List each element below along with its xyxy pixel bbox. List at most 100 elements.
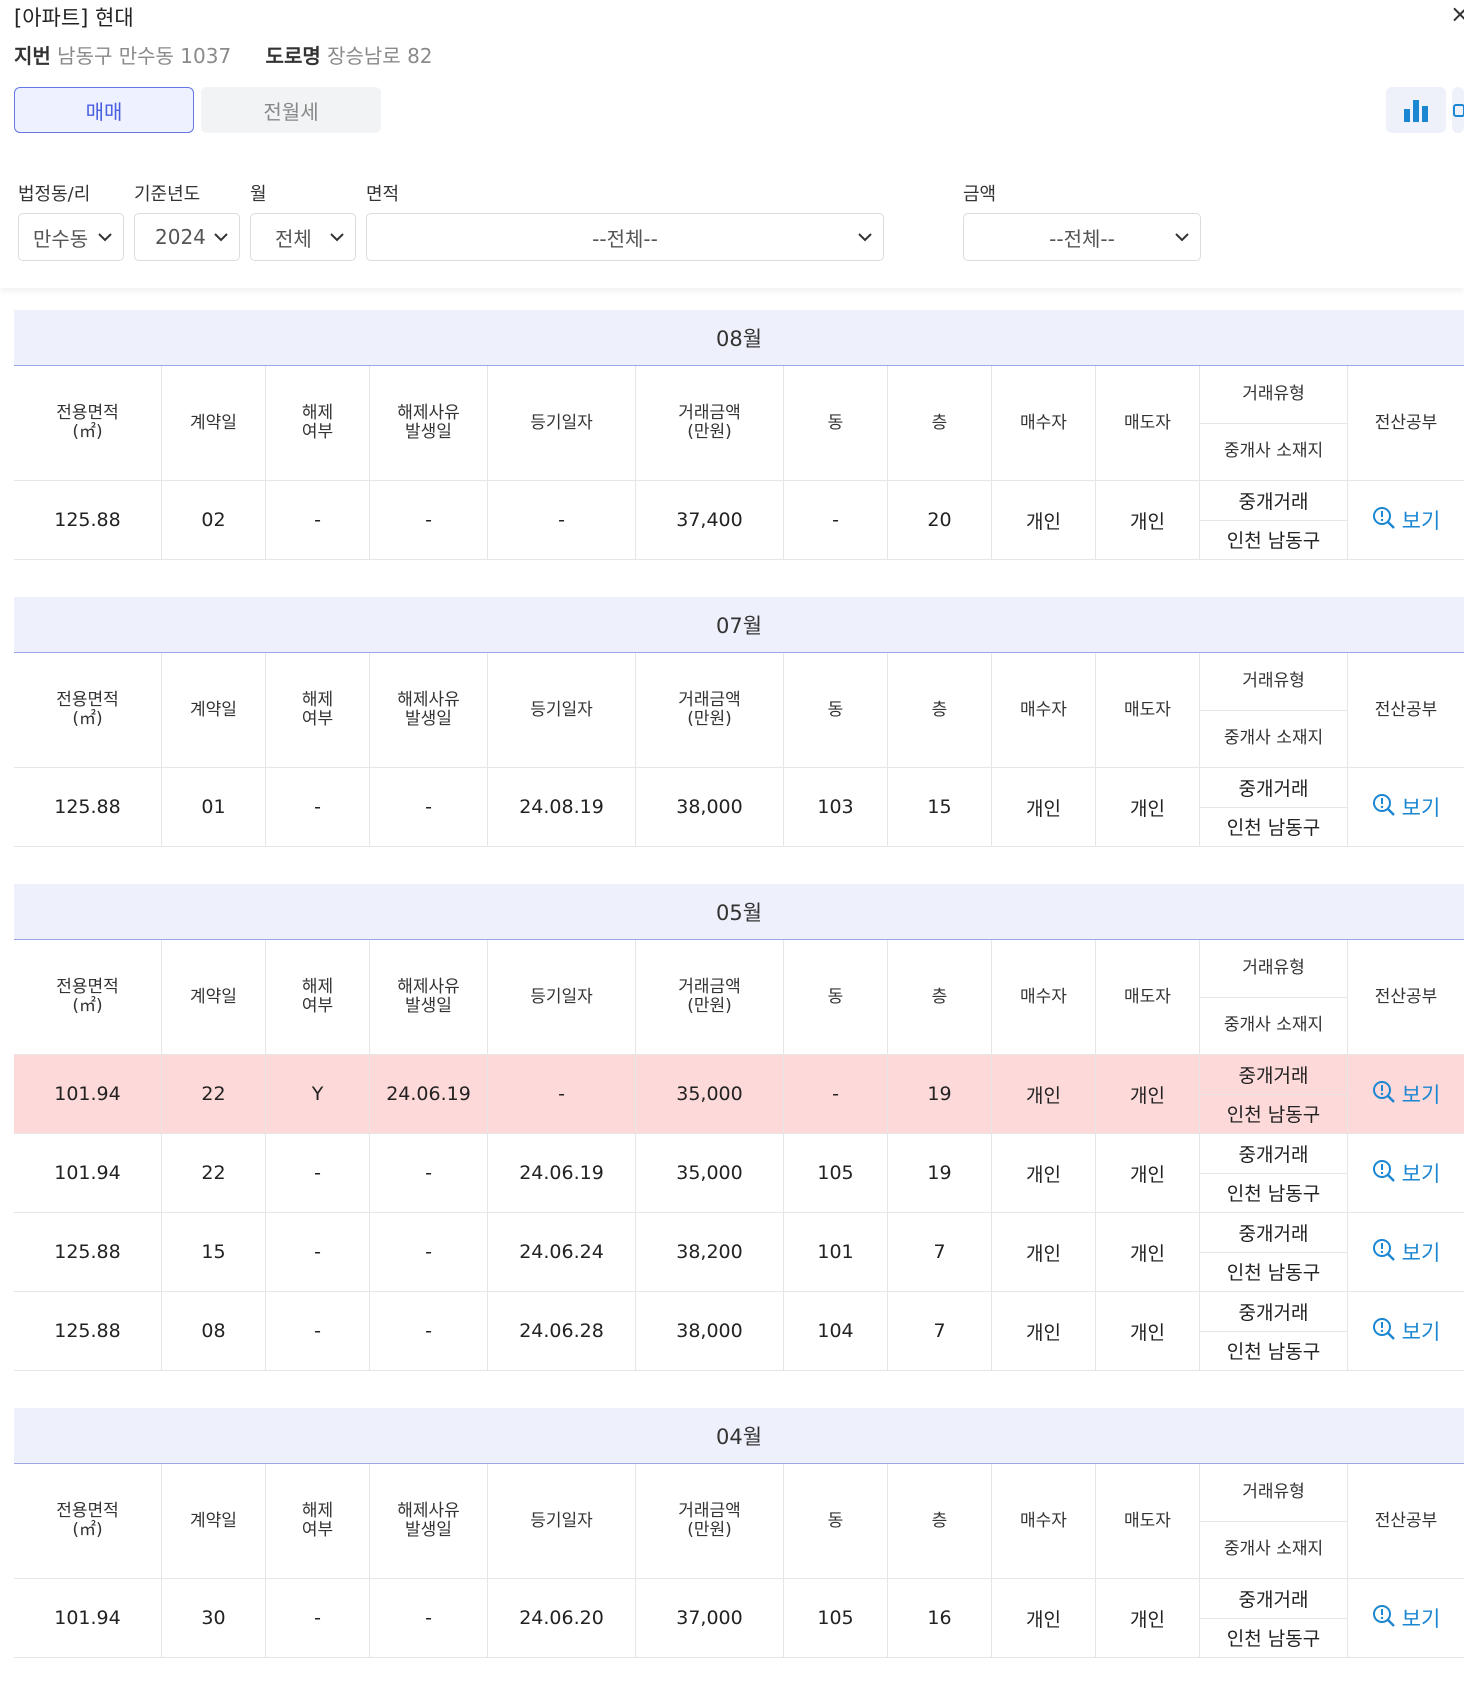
view-button[interactable]: 보기 [1372, 1158, 1441, 1188]
price-cell: 37,400 [636, 481, 784, 559]
price-cell: 38,000 [636, 768, 784, 846]
price-select-value: --전체-- [1049, 226, 1115, 251]
doc-cell: 보기 [1348, 1579, 1464, 1657]
cancel-cell: - [266, 1213, 370, 1291]
filter-bar: 법정동/리 기준년도 월 면적 금액 만수동 2024 전체 --전체-- --… [0, 158, 1464, 288]
price-header: 거래금액 (만원) [636, 940, 784, 1054]
price-select[interactable]: --전체-- [963, 213, 1201, 261]
price-header: 거래금액 (만원) [636, 653, 784, 767]
date-cell: 22 [162, 1134, 266, 1212]
month-label: 월 [250, 184, 267, 205]
transaction-list: 08월 전용면적 (㎡) 계약일 해제 여부 해제사유 발생일 등기일자 거래금액 (만원)… [14, 310, 1464, 1681]
agent-loc-header: 중개사 소재지 [1223, 728, 1324, 749]
seller-header: 매도자 [1096, 940, 1200, 1054]
reg-date-cell: 24.06.19 [488, 1134, 636, 1212]
seller-cell: 개인 [1096, 1055, 1200, 1133]
view-button[interactable]: 보기 [1372, 1603, 1440, 1633]
reg-date-header: 등기일자 [488, 653, 636, 767]
doc-cell: 보기 [1348, 1213, 1464, 1291]
price-label: 금액 [963, 184, 997, 205]
type-cell: 중개거래 [1200, 768, 1347, 808]
price-header: 거래금액 (만원) [636, 1464, 784, 1578]
view-label: 보기 [1401, 1241, 1441, 1265]
seller-cell: 개인 [1096, 1134, 1200, 1212]
view-button[interactable]: 보기 [1372, 792, 1441, 822]
seller-header: 매도자 [1096, 1464, 1200, 1578]
dong-cell: 104 [784, 1292, 888, 1370]
month-section: 07월 전용면적 (㎡) 계약일 해제 여부 해제사유 발생일 등기일자 거래금액 (만원)… [14, 597, 1464, 847]
price-cell: 35,000 [636, 1134, 784, 1212]
table-row: 125.88 02- - -37,400-20 개인 개인 중개거래 인천 남동구 보기 [14, 481, 1464, 560]
area-header: 전용면적 (㎡) [14, 653, 162, 767]
floor-header: 층 [888, 653, 992, 767]
dong-cell: 105 [784, 1134, 888, 1212]
table-row: 101.94 22 Y 24.06.19-35,000-19 개인 개인 중개거래 인천 남동… [14, 1055, 1464, 1134]
agent-loc-cell: 인천 남동구 [1226, 530, 1321, 553]
dong-header: 동 [784, 653, 888, 767]
cancel-date-header: 해제사유 발생일 [370, 366, 488, 480]
table-row: 125.88 15- -24.06.24 38,200 101 7 개인 개인 중개거래 인천 남… [14, 1213, 1464, 1292]
view-label: 보기 [1401, 796, 1441, 820]
bar-chart-icon [1404, 100, 1428, 122]
area-header: 전용면적 (㎡) [14, 940, 162, 1054]
type-loc-header: 거래유형 중개사 소재지 [1200, 653, 1348, 767]
month-header: 08월 [14, 310, 1464, 366]
view-button[interactable]: 보기 [1372, 1237, 1441, 1267]
view-button[interactable]: 보기 [1372, 505, 1440, 535]
table-header: 전용면적 (㎡) 계약일 해제 여부 해제사유 발생일 등기일자 거래금액 (만원) 동 층 매… [14, 366, 1464, 481]
seller-header: 매도자 [1096, 653, 1200, 767]
dong-header: 동 [784, 940, 888, 1054]
agent-loc-header: 중개사 소재지 [1223, 1015, 1324, 1036]
search-alert-icon [1372, 1604, 1396, 1633]
close-icon[interactable]: × [1450, 0, 1464, 28]
search-alert-icon [1372, 793, 1396, 822]
year-select[interactable]: 2024 [134, 213, 240, 261]
cancel-date-header: 해제사유 발생일 [370, 1464, 488, 1578]
floor-cell: 19 [888, 1134, 992, 1212]
type-cell: 중개거래 [1200, 1579, 1347, 1619]
cancel-header: 해제 여부 [266, 366, 370, 480]
month-section: 08월 전용면적 (㎡) 계약일 해제 여부 해제사유 발생일 등기일자 거래금액 (만원)… [14, 310, 1464, 560]
cancel-date-cell: 24.06.19 [370, 1055, 488, 1133]
table-row: 101.94 22- -24.06.19 35,000 105 19 개인 개인 중개거래 인천 … [14, 1134, 1464, 1213]
type-cell: 중개거래 [1200, 1213, 1347, 1253]
cancel-date-cell: - [370, 1292, 488, 1370]
floor-cell: 19 [888, 1055, 992, 1133]
floor-cell: 15 [888, 768, 992, 846]
month-select[interactable]: 전체 [250, 213, 356, 261]
dong-select-value: 만수동 [33, 226, 89, 251]
tab-sale[interactable]: 매매 [14, 87, 194, 133]
type-loc-cell: 중개거래 인천 남동구 [1200, 1213, 1348, 1291]
date-cell: 02 [162, 481, 266, 559]
view-button[interactable]: 보기 [1372, 1079, 1440, 1109]
reg-date-header: 등기일자 [488, 940, 636, 1054]
tab-rent[interactable]: 전월세 [201, 87, 381, 133]
buyer-cell: 개인 [992, 768, 1096, 846]
area-cell: 125.88 [14, 1292, 162, 1370]
date-header: 계약일 [162, 940, 266, 1054]
area-select[interactable]: --전체-- [366, 213, 884, 261]
view-button[interactable]: 보기 [1372, 1316, 1440, 1346]
price-cell: 38,200 [636, 1213, 784, 1291]
reg-date-cell: 24.08.19 [488, 768, 636, 846]
area-label: 면적 [366, 184, 400, 205]
agent-loc-cell: 인천 남동구 [1226, 817, 1321, 840]
cancel-date-header: 해제사유 발생일 [370, 940, 488, 1054]
reg-date-cell: - [488, 1055, 636, 1133]
seller-cell: 개인 [1096, 1292, 1200, 1370]
chevron-down-icon [98, 233, 112, 242]
dong-select[interactable]: 만수동 [18, 213, 124, 261]
search-alert-icon [1372, 1080, 1396, 1109]
date-cell: 08 [162, 1292, 266, 1370]
doc-cell: 보기 [1348, 768, 1464, 846]
chart-button[interactable] [1386, 87, 1446, 133]
address-line: 지번 남동구 만수동 1037 도로명 장승남로 82 [14, 40, 461, 69]
area-header: 전용면적 (㎡) [14, 366, 162, 480]
view-label: 보기 [1401, 1162, 1441, 1186]
reg-date-cell: - [488, 481, 636, 559]
buyer-header: 매수자 [992, 366, 1096, 480]
doc-cell: 보기 [1348, 1134, 1464, 1212]
type-loc-cell: 중개거래 인천 남동구 [1200, 1055, 1348, 1133]
type-loc-cell: 중개거래인천 남동구 [1200, 768, 1348, 846]
print-button[interactable] [1452, 87, 1464, 133]
